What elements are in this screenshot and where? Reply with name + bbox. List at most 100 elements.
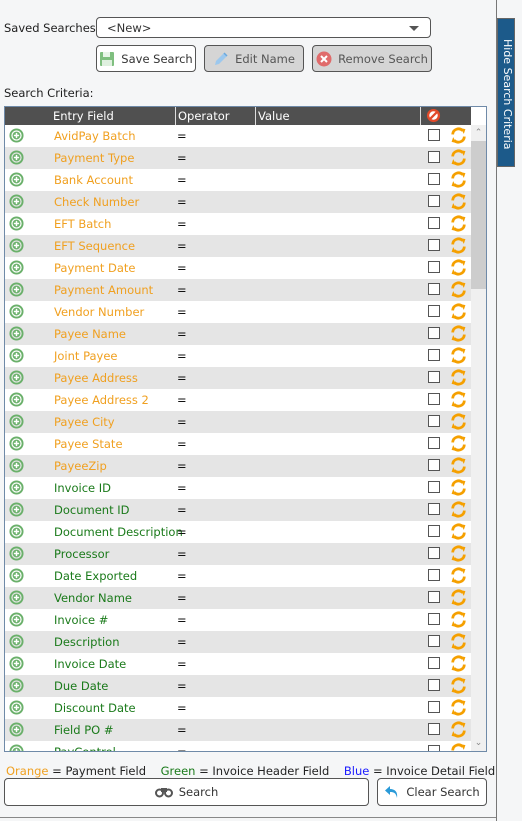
column-header-entry-field[interactable]: Entry Field [53, 107, 173, 125]
clear-all-column[interactable] [426, 108, 441, 126]
refresh-icon[interactable] [450, 457, 467, 477]
add-criteria-icon[interactable] [9, 436, 24, 454]
entry-field-name[interactable]: Check Number [54, 195, 139, 209]
operator-value[interactable]: = [177, 745, 187, 751]
add-criteria-icon[interactable] [9, 612, 24, 630]
vertical-scrollbar[interactable]: ⌃ ⌄ [471, 125, 486, 751]
search-button[interactable]: Search [4, 778, 369, 806]
refresh-icon[interactable] [450, 655, 467, 675]
add-criteria-icon[interactable] [9, 194, 24, 212]
entry-field-name[interactable]: Discount Date [54, 701, 136, 715]
include-checkbox[interactable] [428, 503, 440, 515]
entry-field-name[interactable]: Payment Date [54, 261, 136, 275]
include-checkbox[interactable] [428, 261, 440, 273]
refresh-icon[interactable] [450, 215, 467, 235]
add-criteria-icon[interactable] [9, 348, 24, 366]
refresh-icon[interactable] [450, 413, 467, 433]
include-checkbox[interactable] [428, 393, 440, 405]
hide-search-criteria-tab[interactable]: Hide Search Criteria [497, 18, 515, 167]
add-criteria-icon[interactable] [9, 370, 24, 388]
operator-value[interactable]: = [177, 327, 187, 341]
refresh-icon[interactable] [450, 721, 467, 741]
add-criteria-icon[interactable] [9, 656, 24, 674]
refresh-icon[interactable] [450, 325, 467, 345]
operator-value[interactable]: = [177, 569, 187, 583]
entry-field-name[interactable]: Joint Payee [54, 349, 118, 363]
operator-value[interactable]: = [177, 261, 187, 275]
include-checkbox[interactable] [428, 569, 440, 581]
add-criteria-icon[interactable] [9, 238, 24, 256]
include-checkbox[interactable] [428, 305, 440, 317]
include-checkbox[interactable] [428, 349, 440, 361]
add-criteria-icon[interactable] [9, 326, 24, 344]
entry-field-name[interactable]: Payee Address 2 [54, 393, 149, 407]
operator-value[interactable]: = [177, 349, 187, 363]
refresh-icon[interactable] [450, 611, 467, 631]
include-checkbox[interactable] [428, 239, 440, 251]
edit-name-button[interactable]: Edit Name [204, 45, 304, 72]
entry-field-name[interactable]: AvidPay Batch [54, 129, 135, 143]
refresh-icon[interactable] [450, 567, 467, 587]
entry-field-name[interactable]: Field PO # [54, 723, 113, 737]
include-checkbox[interactable] [428, 613, 440, 625]
entry-field-name[interactable]: Document ID [54, 503, 129, 517]
entry-field-name[interactable]: Payee Name [54, 327, 126, 341]
operator-value[interactable]: = [177, 283, 187, 297]
entry-field-name[interactable]: Invoice # [54, 613, 108, 627]
entry-field-name[interactable]: Description [54, 635, 120, 649]
operator-value[interactable]: = [177, 701, 187, 715]
operator-value[interactable]: = [177, 635, 187, 649]
include-checkbox[interactable] [428, 723, 440, 735]
include-checkbox[interactable] [428, 437, 440, 449]
include-checkbox[interactable] [428, 283, 440, 295]
refresh-icon[interactable] [450, 699, 467, 719]
add-criteria-icon[interactable] [9, 150, 24, 168]
refresh-icon[interactable] [450, 171, 467, 191]
include-checkbox[interactable] [428, 679, 440, 691]
refresh-icon[interactable] [450, 589, 467, 609]
add-criteria-icon[interactable] [9, 260, 24, 278]
operator-value[interactable]: = [177, 503, 187, 517]
refresh-icon[interactable] [450, 545, 467, 565]
entry-field-name[interactable]: Bank Account [54, 173, 133, 187]
add-criteria-icon[interactable] [9, 524, 24, 542]
add-criteria-icon[interactable] [9, 634, 24, 652]
add-criteria-icon[interactable] [9, 216, 24, 234]
refresh-icon[interactable] [450, 149, 467, 169]
operator-value[interactable]: = [177, 239, 187, 253]
column-header-operator[interactable]: Operator [178, 107, 256, 125]
refresh-icon[interactable] [450, 633, 467, 653]
entry-field-name[interactable]: EFT Batch [54, 217, 111, 231]
entry-field-name[interactable]: Date Exported [54, 569, 137, 583]
add-criteria-icon[interactable] [9, 282, 24, 300]
add-criteria-icon[interactable] [9, 678, 24, 696]
include-checkbox[interactable] [428, 415, 440, 427]
entry-field-name[interactable]: Vendor Number [54, 305, 144, 319]
include-checkbox[interactable] [428, 525, 440, 537]
refresh-icon[interactable] [450, 501, 467, 521]
operator-value[interactable]: = [177, 437, 187, 451]
entry-field-name[interactable]: Document Description [54, 525, 183, 539]
operator-value[interactable]: = [177, 371, 187, 385]
operator-value[interactable]: = [177, 547, 187, 561]
entry-field-name[interactable]: Payee Address [54, 371, 138, 385]
refresh-icon[interactable] [450, 523, 467, 543]
include-checkbox[interactable] [428, 481, 440, 493]
refresh-icon[interactable] [450, 127, 467, 147]
clear-search-button[interactable]: Clear Search [377, 778, 487, 806]
operator-value[interactable]: = [177, 723, 187, 737]
operator-value[interactable]: = [177, 613, 187, 627]
refresh-icon[interactable] [450, 347, 467, 367]
saved-searches-dropdown[interactable]: <New> [96, 17, 431, 38]
include-checkbox[interactable] [428, 327, 440, 339]
include-checkbox[interactable] [428, 217, 440, 229]
entry-field-name[interactable]: PayeeZip [54, 459, 107, 473]
refresh-icon[interactable] [450, 743, 467, 751]
refresh-icon[interactable] [450, 259, 467, 279]
operator-value[interactable]: = [177, 393, 187, 407]
refresh-icon[interactable] [450, 281, 467, 301]
operator-value[interactable]: = [177, 459, 187, 473]
add-criteria-icon[interactable] [9, 502, 24, 520]
operator-value[interactable]: = [177, 195, 187, 209]
operator-value[interactable]: = [177, 481, 187, 495]
